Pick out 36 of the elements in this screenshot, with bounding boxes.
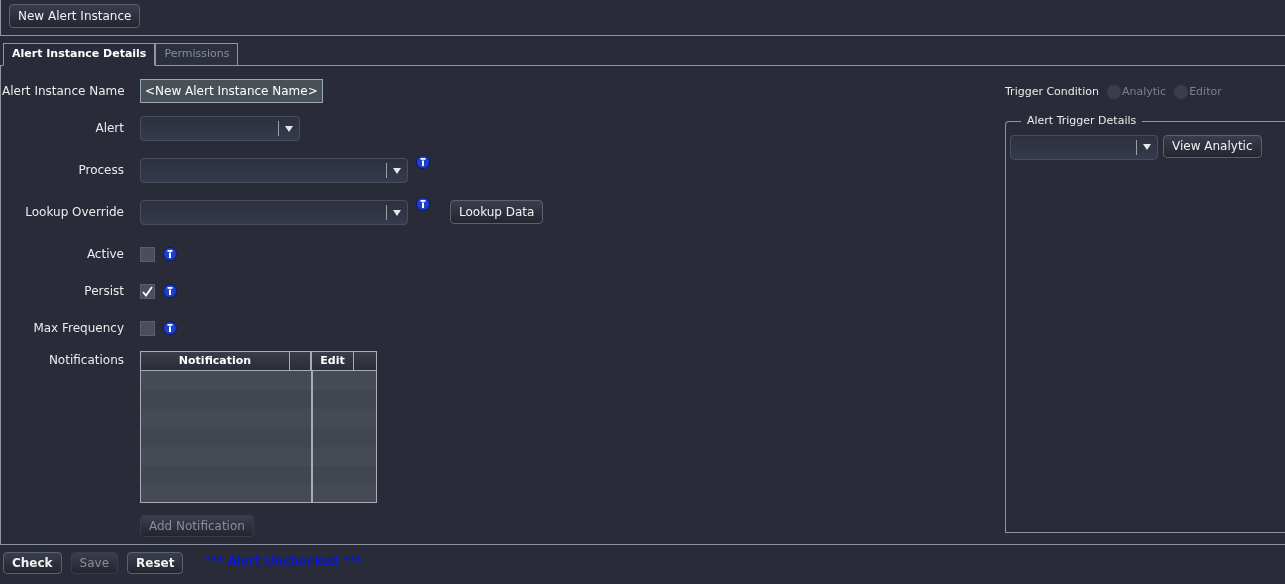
info-icon[interactable] xyxy=(163,320,177,335)
tab[interactable]: Alert Instance Details xyxy=(3,43,156,66)
footer-button[interactable]: Check xyxy=(3,552,62,574)
trigger-condition-label: Trigger Condition xyxy=(1005,83,1099,100)
field-label: Persist xyxy=(83,283,124,300)
column-header[interactable]: Edit xyxy=(312,352,354,370)
info-icon[interactable] xyxy=(416,197,430,211)
new-alert-instance-button[interactable]: New Alert Instance xyxy=(9,4,141,28)
field-label: Alert Instance Name xyxy=(2,83,124,100)
status-message: *** Alert Unchecked *** xyxy=(204,553,362,570)
name-field[interactable]: <New Alert Instance Name> xyxy=(140,79,323,103)
dropdown-field[interactable] xyxy=(140,158,408,183)
field-label: Notifications xyxy=(47,352,124,369)
caret-icon xyxy=(393,209,401,216)
column-header[interactable]: Notification xyxy=(141,352,290,370)
checkbox[interactable] xyxy=(140,247,155,262)
info-icon[interactable] xyxy=(416,155,430,169)
view-analytic-button[interactable]: View Analytic xyxy=(1163,134,1262,158)
caret-icon xyxy=(285,125,293,132)
field-label: Lookup Override xyxy=(24,204,124,221)
field-label: Alert xyxy=(94,120,124,137)
caret-icon xyxy=(393,167,401,174)
checkbox[interactable] xyxy=(140,321,155,336)
footer-button[interactable]: Reset xyxy=(127,552,184,574)
checkbox[interactable] xyxy=(140,284,155,299)
lookup-data-button[interactable]: Lookup Data xyxy=(450,200,544,224)
dropdown-field[interactable] xyxy=(140,116,300,141)
caret-icon xyxy=(1143,144,1151,150)
panel-title: Alert Trigger Details xyxy=(1026,113,1138,129)
tab[interactable]: Permissions xyxy=(155,43,239,66)
field-label: Active xyxy=(85,246,124,263)
dropdown-field[interactable] xyxy=(140,200,408,225)
info-icon[interactable] xyxy=(163,246,177,261)
field-label: Max Frequency xyxy=(32,320,124,337)
field-label: Process xyxy=(77,162,124,179)
info-icon[interactable] xyxy=(163,283,177,298)
